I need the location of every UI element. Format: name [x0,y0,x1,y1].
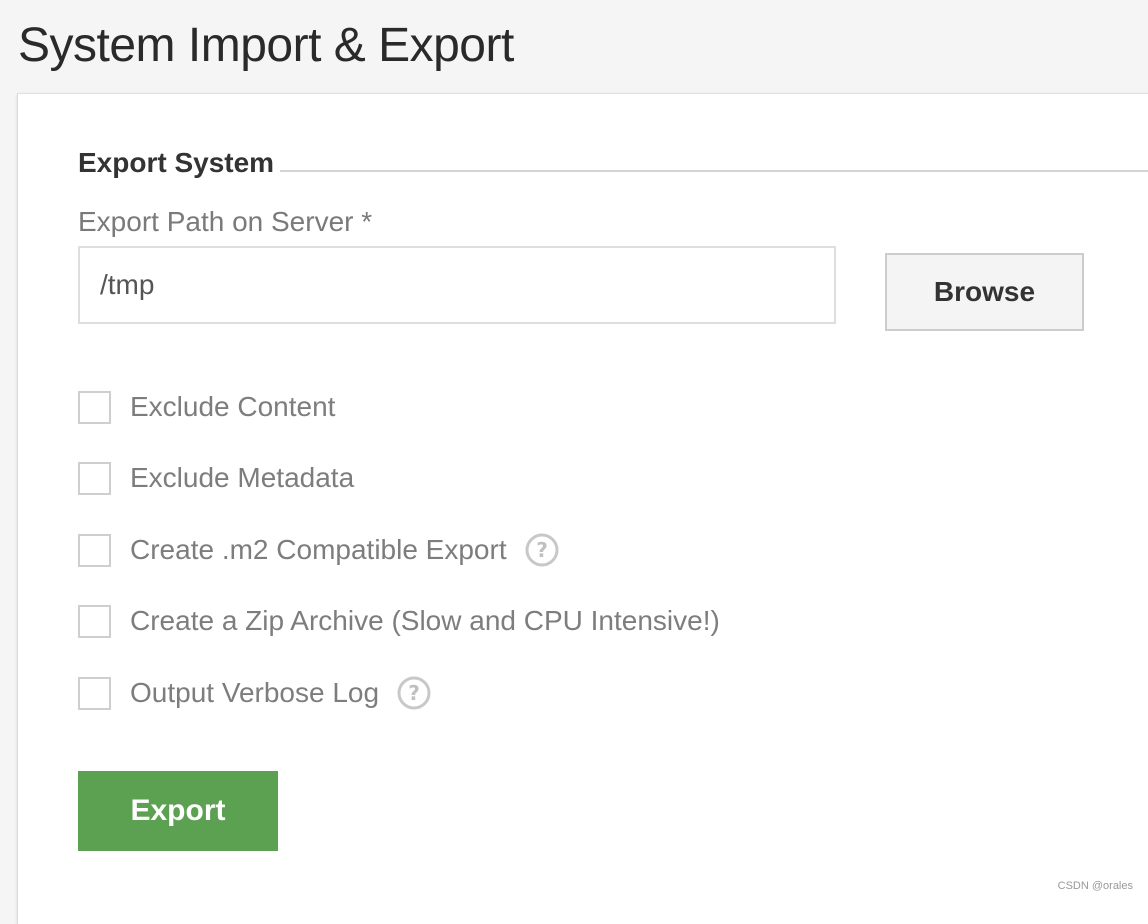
help-circle-icon[interactable]: ? [397,676,431,710]
page-title: System Import & Export [18,14,514,78]
zip-archive-label: Create a Zip Archive (Slow and CPU Inten… [130,604,720,638]
exclude-content-label: Exclude Content [130,390,335,424]
section-legend: Export System [78,145,284,181]
verbose-log-label: Output Verbose Log [130,676,379,710]
help-circle-icon[interactable]: ? [525,533,559,567]
option-zip-archive: Create a Zip Archive (Slow and CPU Inten… [78,604,720,638]
legend-divider [280,170,1148,172]
zip-archive-checkbox[interactable] [78,605,111,638]
option-exclude-content: Exclude Content [78,390,335,424]
exclude-metadata-label: Exclude Metadata [130,461,354,495]
verbose-log-checkbox[interactable] [78,677,111,710]
browse-button[interactable]: Browse [885,253,1084,331]
export-button[interactable]: Export [78,771,278,851]
m2-compatible-label: Create .m2 Compatible Export [130,533,507,567]
export-path-label: Export Path on Server * [78,204,372,240]
exclude-content-checkbox[interactable] [78,391,111,424]
option-m2-compatible: Create .m2 Compatible Export ? [78,533,559,567]
watermark: CSDN @orales [1058,880,1133,892]
option-exclude-metadata: Exclude Metadata [78,461,354,495]
option-verbose-log: Output Verbose Log ? [78,676,431,710]
export-path-input[interactable] [78,246,836,324]
svg-text:?: ? [536,538,548,562]
exclude-metadata-checkbox[interactable] [78,462,111,495]
svg-text:?: ? [408,681,420,705]
m2-compatible-checkbox[interactable] [78,534,111,567]
